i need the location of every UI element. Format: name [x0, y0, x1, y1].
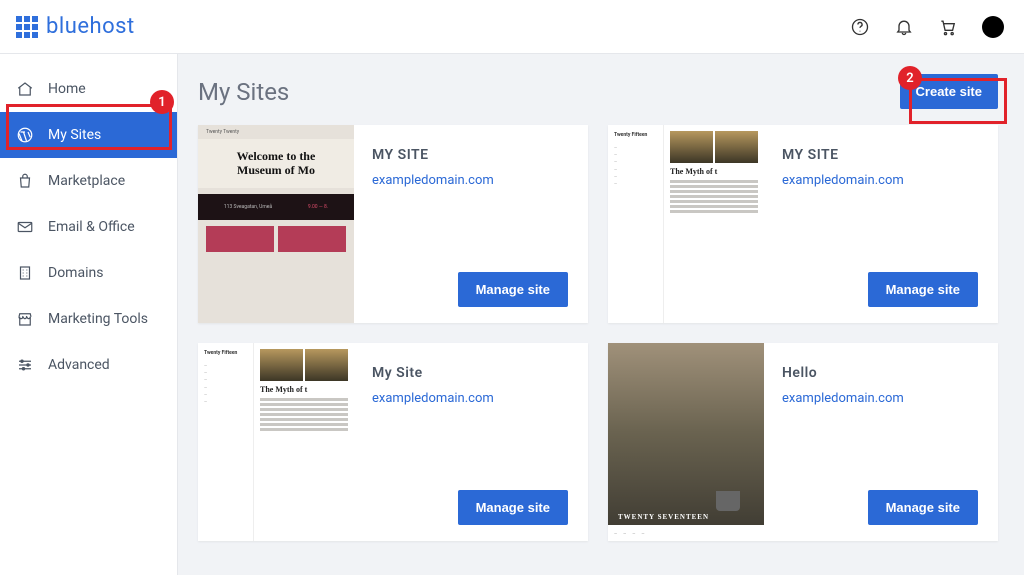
thumb-side-header: Twenty Fifteen: [614, 131, 657, 140]
thumb-side-header: Twenty Fifteen: [204, 349, 247, 358]
sidebar-item-email-office[interactable]: Email & Office: [0, 204, 177, 250]
sidebar-item-domains[interactable]: Domains: [0, 250, 177, 296]
site-card-body: Hello exampledomain.com Manage site: [764, 343, 998, 541]
sidebar-item-marketplace[interactable]: Marketplace: [0, 158, 177, 204]
avatar[interactable]: [982, 16, 1004, 38]
sliders-icon: [16, 356, 34, 374]
manage-site-button[interactable]: Manage site: [868, 272, 978, 307]
thumb-theme-label: TWENTY SEVENTEEN: [618, 513, 709, 521]
sidebar-item-label: Domains: [48, 265, 103, 281]
bag-icon: [16, 172, 34, 190]
site-cards-grid: Twenty Twenty Welcome to theMuseum of Mo…: [198, 125, 998, 541]
thumb-sidebar: Twenty Fifteen ——————: [198, 343, 254, 541]
site-thumbnail[interactable]: Twenty Fifteen —————— The Myth of t: [198, 343, 354, 541]
sidebar-item-label: Marketing Tools: [48, 311, 148, 327]
manage-site-button[interactable]: Manage site: [458, 490, 568, 525]
home-icon: [16, 80, 34, 98]
site-thumbnail[interactable]: Twenty Fifteen —————— The Myth of t: [608, 125, 764, 323]
thumb-article-title: The Myth of t: [260, 385, 348, 394]
brand-grid-icon: [16, 16, 38, 38]
mail-icon: [16, 218, 34, 236]
site-domain-link[interactable]: exampledomain.com: [372, 391, 494, 406]
thumb-content: The Myth of t: [664, 125, 764, 323]
site-domain-link[interactable]: exampledomain.com: [782, 173, 904, 188]
wordpress-icon: [16, 126, 34, 144]
site-thumbnail[interactable]: Twenty Twenty Welcome to theMuseum of Mo…: [198, 125, 354, 323]
sidebar-item-label: Marketplace: [48, 173, 125, 189]
sidebar-item-label: Advanced: [48, 357, 110, 373]
site-card: TWENTY SEVENTEEN ———— Hello exampledomai…: [608, 343, 998, 541]
brand[interactable]: bluehost: [16, 14, 135, 39]
top-bar-right: [850, 16, 1004, 38]
manage-site-button[interactable]: Manage site: [458, 272, 568, 307]
site-domain-link[interactable]: exampledomain.com: [372, 173, 494, 188]
site-card-body: My Site exampledomain.com Manage site: [354, 343, 588, 541]
bell-icon[interactable]: [894, 17, 914, 37]
thumb-infobar-text: 113 Sveagatan, Umeå: [224, 204, 272, 210]
sidebar-item-advanced[interactable]: Advanced: [0, 342, 177, 388]
site-title: MY SITE: [372, 147, 568, 163]
site-title: MY SITE: [782, 147, 978, 163]
thumb-infobar: 113 Sveagatan, Umeå 9.00 — 8.: [198, 194, 354, 220]
thumb-topbar: Twenty Twenty: [198, 125, 354, 139]
manage-site-button[interactable]: Manage site: [868, 490, 978, 525]
site-domain-link[interactable]: exampledomain.com: [782, 391, 904, 406]
sidebar: Home My Sites Marketplace Email & Office…: [0, 54, 178, 575]
sidebar-item-label: My Sites: [48, 127, 101, 143]
site-card: Twenty Fifteen —————— The Myth of t My S…: [198, 343, 588, 541]
sidebar-item-home[interactable]: Home: [0, 66, 177, 112]
sidebar-item-my-sites[interactable]: My Sites: [0, 112, 177, 158]
site-card: Twenty Twenty Welcome to theMuseum of Mo…: [198, 125, 588, 323]
site-card-body: MY SITE exampledomain.com Manage site: [354, 125, 588, 323]
store-icon: [16, 310, 34, 328]
thumb-blocks: [198, 226, 354, 252]
create-site-button[interactable]: Create site: [900, 74, 998, 109]
site-card: Twenty Fifteen —————— The Myth of t MY S…: [608, 125, 998, 323]
sidebar-item-label: Email & Office: [48, 219, 135, 235]
page-header: My Sites Create site: [198, 74, 998, 109]
building-icon: [16, 264, 34, 282]
site-card-body: MY SITE exampledomain.com Manage site: [764, 125, 998, 323]
sidebar-item-marketing-tools[interactable]: Marketing Tools: [0, 296, 177, 342]
brand-text: bluehost: [46, 14, 135, 39]
thumb-content: The Myth of t: [254, 343, 354, 541]
sidebar-item-label: Home: [48, 81, 86, 97]
thumb-article-title: The Myth of t: [670, 167, 758, 176]
site-title: Hello: [782, 365, 978, 381]
site-thumbnail[interactable]: TWENTY SEVENTEEN ————: [608, 343, 764, 541]
thumb-hero: Welcome to theMuseum of Mo: [198, 139, 354, 188]
thumb-infobar-text: 9.00 — 8.: [308, 204, 328, 210]
site-title: My Site: [372, 365, 568, 381]
top-bar: bluehost: [0, 0, 1024, 54]
thumb-hero-line: Museum of Mo: [237, 163, 315, 177]
page-title: My Sites: [198, 78, 289, 106]
cart-icon[interactable]: [938, 17, 958, 37]
thumb-hero-line: Welcome to the: [237, 149, 316, 163]
thumb-sidebar: Twenty Fifteen ——————: [608, 125, 664, 323]
help-icon[interactable]: [850, 17, 870, 37]
main-content: My Sites Create site Twenty Twenty Welco…: [178, 54, 1024, 575]
